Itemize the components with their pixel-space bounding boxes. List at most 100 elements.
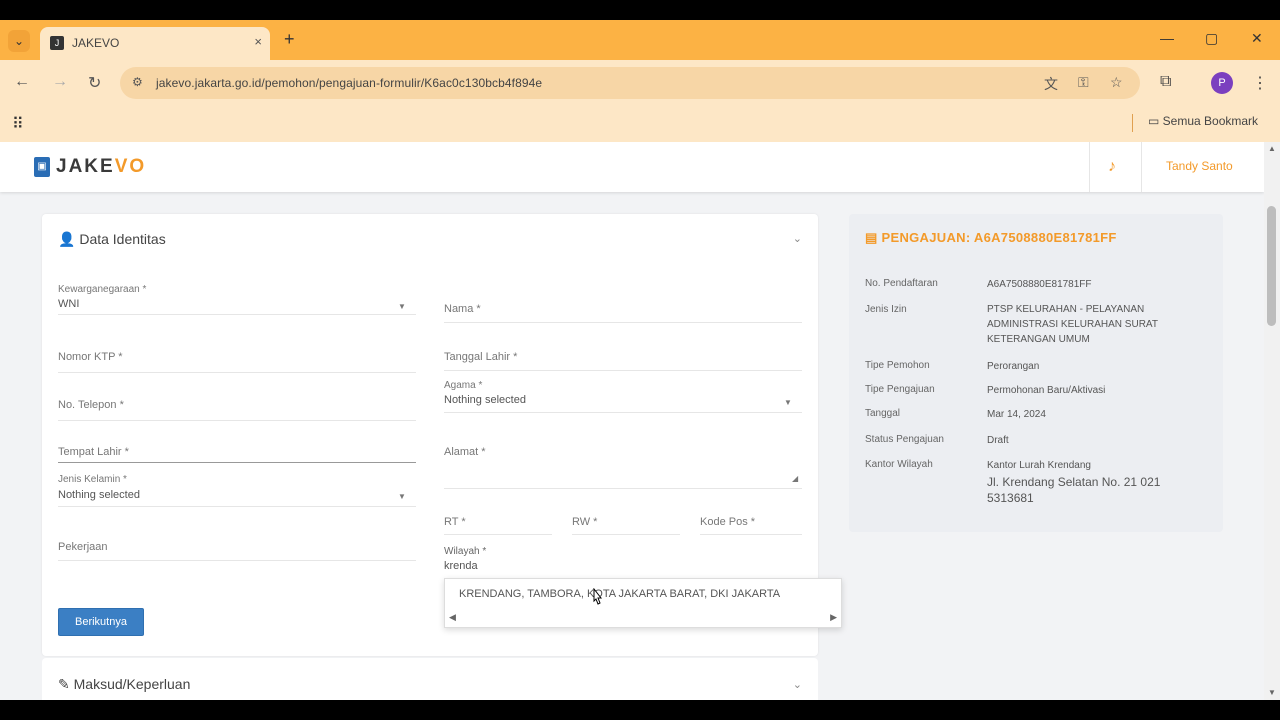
header-divider: [1141, 142, 1142, 192]
maksud-keperluan-card: ✎ Maksud/Keperluan ⌄: [42, 658, 818, 700]
tab-close-icon[interactable]: ×: [254, 34, 262, 49]
field-underline: [444, 412, 802, 413]
rw-field[interactable]: RW *: [572, 516, 597, 528]
browser-toolbar: ← → ↻ ⚙ jakevo.jakarta.go.id/pemohon/pen…: [0, 60, 1280, 106]
summary-label: Status Pengajuan: [865, 434, 944, 445]
wilayah-label: Wilayah *: [444, 546, 487, 557]
kewarganegaraan-label: Kewarganegaraan *: [58, 284, 147, 295]
jakarta-emblem-icon: ▣: [34, 157, 50, 177]
agama-select[interactable]: Nothing selected: [444, 394, 526, 406]
header-divider: [1089, 142, 1090, 192]
summary-value: Perorangan: [987, 361, 1040, 372]
translate-icon[interactable]: 文: [1044, 74, 1058, 94]
new-tab-icon[interactable]: +: [284, 29, 295, 50]
wilayah-input[interactable]: krenda: [444, 560, 478, 572]
bookmarks-bar: ⠿ ▭ Semua Bookmark: [0, 106, 1280, 142]
tanggal-lahir-field[interactable]: Tanggal Lahir *: [444, 351, 517, 363]
kode-pos-field[interactable]: Kode Pos *: [700, 516, 755, 528]
field-underline: [58, 462, 416, 463]
reload-icon[interactable]: ↻: [88, 73, 101, 93]
pengajuan-summary-panel: ▤ PENGAJUAN: A6A7508880E81781FF No. Pend…: [849, 214, 1223, 532]
summary-value: Permohonan Baru/Aktivasi: [987, 385, 1106, 396]
tempat-lahir-field[interactable]: Tempat Lahir *: [58, 446, 129, 458]
summary-label: Kantor Wilayah: [865, 459, 933, 470]
suggestion-item[interactable]: KRENDANG, TAMBORA, KOTA JAKARTA BARAT, D…: [459, 588, 780, 600]
summary-label: Jenis Izin: [865, 304, 907, 315]
office-address: Jl. Krendang Selatan No. 21 021 5313681: [987, 475, 1161, 505]
scroll-down-icon[interactable]: ▼: [1268, 688, 1276, 697]
back-icon[interactable]: ←: [14, 73, 30, 91]
site-info-icon[interactable]: ⚙: [132, 75, 143, 89]
field-underline: [444, 488, 802, 489]
bell-icon[interactable]: ♪: [1108, 158, 1116, 176]
window-close-icon[interactable]: ✕: [1251, 30, 1263, 47]
field-underline: [58, 560, 416, 561]
field-underline: [444, 322, 802, 323]
chevron-down-icon[interactable]: ▼: [398, 302, 406, 311]
nik-field[interactable]: Nomor KTP *: [58, 351, 123, 363]
field-underline: [444, 534, 552, 535]
edit-icon: ✎: [58, 676, 70, 692]
forward-icon[interactable]: →: [52, 73, 68, 91]
no-telepon-field[interactable]: No. Telepon *: [58, 399, 124, 411]
chevron-down-icon[interactable]: ⌄: [793, 678, 802, 691]
tab-search-icon[interactable]: ⌄: [8, 30, 30, 52]
summary-value: Draft: [987, 435, 1009, 446]
browser-menu-icon[interactable]: ⋮: [1252, 73, 1268, 93]
field-underline: [58, 506, 416, 507]
document-icon: ▤: [865, 230, 878, 245]
restore-icon[interactable]: ▢: [1205, 30, 1218, 47]
extensions-icon[interactable]: ⧉: [1160, 73, 1171, 91]
summary-title: ▤ PENGAJUAN: A6A7508880E81781FF: [865, 230, 1117, 245]
address-bar[interactable]: ⚙ jakevo.jakarta.go.id/pemohon/pengajuan…: [120, 67, 1140, 99]
rt-field[interactable]: RT *: [444, 516, 466, 528]
field-underline: [572, 534, 680, 535]
browser-tabbar: ⌄ J JAKEVO × + — ▢ ✕: [0, 20, 1280, 60]
app-header: ▣ JAKEVO ♪ Tandy Santo: [0, 142, 1264, 192]
field-underline: [444, 370, 802, 371]
bottom-letterbox: [0, 700, 1280, 720]
chevron-down-icon[interactable]: ▼: [398, 492, 406, 501]
mouse-cursor-icon: [593, 588, 603, 605]
scroll-right-icon[interactable]: ▶: [830, 612, 837, 623]
bookmarks-divider: [1132, 114, 1133, 132]
scroll-thumb[interactable]: [1267, 206, 1276, 326]
summary-value: Mar 14, 2024: [987, 409, 1046, 420]
nama-field[interactable]: Nama *: [444, 303, 481, 315]
next-button[interactable]: Berikutnya: [58, 608, 144, 636]
profile-avatar[interactable]: P: [1211, 72, 1233, 94]
kewarganegaraan-select[interactable]: WNI: [58, 298, 79, 310]
scroll-left-icon[interactable]: ◀: [449, 612, 456, 623]
section-title[interactable]: ✎ Maksud/Keperluan: [58, 676, 190, 693]
user-icon: 👤: [58, 231, 76, 247]
user-menu[interactable]: Tandy Santo: [1166, 159, 1233, 173]
page-scrollbar[interactable]: ▲ ▼: [1264, 142, 1280, 700]
field-underline: [58, 372, 416, 373]
resize-handle-icon[interactable]: ◢: [792, 474, 798, 483]
url-text[interactable]: jakevo.jakarta.go.id/pemohon/pengajuan-f…: [156, 76, 542, 90]
summary-value: PTSP KELURAHAN - PELAYANAN ADMINISTRASI …: [987, 304, 1158, 345]
jenis-kelamin-select[interactable]: Nothing selected: [58, 489, 140, 501]
bookmark-star-icon[interactable]: ☆: [1110, 74, 1123, 91]
minimize-icon[interactable]: —: [1160, 30, 1174, 46]
jenis-kelamin-label: Jenis Kelamin *: [58, 474, 127, 485]
summary-value: Kantor Lurah Krendang: [987, 460, 1091, 471]
pekerjaan-field[interactable]: Pekerjaan: [58, 541, 108, 553]
apps-grid-icon[interactable]: ⠿: [12, 114, 24, 134]
field-underline: [58, 420, 416, 421]
alamat-field[interactable]: Alamat *: [444, 446, 486, 458]
page-viewport: ▣ JAKEVO ♪ Tandy Santo ▲ ▼ 👤 Data Identi…: [0, 142, 1280, 700]
wilayah-suggestion-list: KRENDANG, TAMBORA, KOTA JAKARTA BARAT, D…: [444, 578, 842, 628]
browser-tab-active[interactable]: J JAKEVO ×: [40, 27, 270, 60]
summary-label: Tipe Pemohon: [865, 360, 930, 371]
summary-value: A6A7508880E81781FF: [987, 279, 1092, 290]
chevron-down-icon[interactable]: ▼: [784, 398, 792, 407]
scroll-up-icon[interactable]: ▲: [1268, 144, 1276, 153]
chevron-down-icon[interactable]: ⌄: [793, 232, 802, 245]
jakevo-logo[interactable]: JAKEVO: [56, 156, 146, 178]
all-bookmarks-folder[interactable]: ▭ Semua Bookmark: [1148, 114, 1258, 128]
section-title[interactable]: 👤 Data Identitas: [58, 231, 166, 248]
summary-label: No. Pendaftaran: [865, 278, 938, 289]
key-icon[interactable]: ⚿: [1078, 74, 1089, 91]
summary-label: Tipe Pengajuan: [865, 384, 935, 395]
